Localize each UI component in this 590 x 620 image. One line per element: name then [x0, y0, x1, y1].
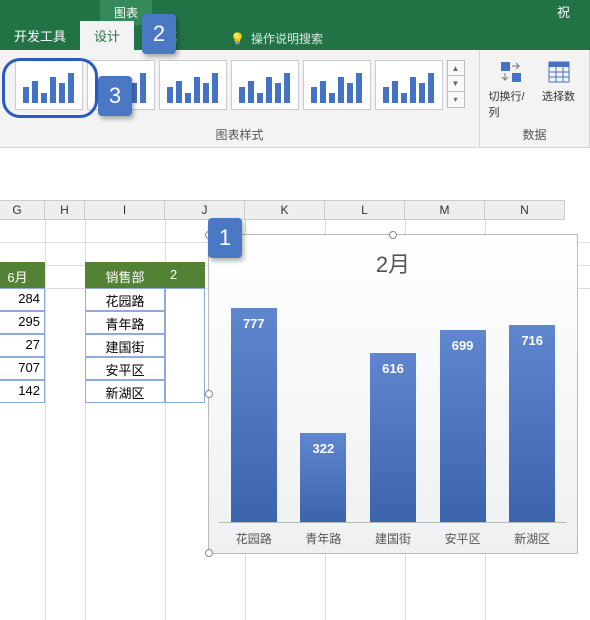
title-bar: 图表 祝 开发工具 设计 式 💡 操作说明搜索	[0, 0, 590, 50]
select-data-button[interactable]: 选择数	[537, 60, 581, 104]
col-header-J[interactable]: J	[165, 200, 245, 220]
chart-style-6[interactable]	[375, 60, 443, 110]
ribbon: ▲ ▼ ▾ 图表样式 切换行/列 选择数 数据	[0, 50, 590, 148]
callout-1: 1	[208, 218, 242, 258]
col-header-I[interactable]: I	[85, 200, 165, 220]
chart-style-4[interactable]	[231, 60, 299, 110]
col-header-L[interactable]: L	[325, 200, 405, 220]
switch-rowcol-icon	[499, 60, 523, 84]
style-gallery-more-icon[interactable]: ▾	[447, 92, 465, 108]
chart-category-axis: 花园路青年路建国街安平区新湖区	[219, 530, 567, 547]
cell-category[interactable]: 新湖区	[85, 380, 165, 403]
chart-style-expand[interactable]: ▲ ▼ ▾	[447, 60, 465, 108]
tab-developer[interactable]: 开发工具	[0, 21, 80, 50]
chart-bar[interactable]	[231, 308, 277, 522]
switch-row-col-label: 切换行/列	[489, 88, 533, 120]
switch-row-col-button[interactable]: 切换行/列	[489, 60, 533, 120]
cell-value[interactable]: 142	[0, 380, 45, 403]
callout-2: 2	[142, 14, 176, 54]
group-label-data: 数据	[522, 124, 546, 147]
tell-me-label: 操作说明搜索	[251, 30, 323, 47]
cell-value[interactable]: 284	[0, 288, 45, 311]
group-chart-styles: ▲ ▼ ▾ 图表样式	[0, 50, 480, 147]
cell-2m-range[interactable]	[165, 288, 205, 403]
chart-style-5[interactable]	[303, 60, 371, 110]
chart-category-label: 新湖区	[504, 530, 560, 547]
chart-title[interactable]: 2月	[209, 247, 577, 279]
cell-category[interactable]: 青年路	[85, 311, 165, 334]
col-header-M[interactable]: M	[405, 200, 485, 220]
resize-handle[interactable]	[389, 231, 397, 239]
chart-bar[interactable]	[509, 325, 555, 522]
select-data-icon	[547, 60, 571, 84]
resize-handle[interactable]	[205, 549, 213, 557]
chart-category-label: 青年路	[295, 530, 351, 547]
top-right-hint: 祝	[557, 2, 570, 21]
cell-value[interactable]: 707	[0, 357, 45, 380]
cell-category[interactable]: 建国街	[85, 334, 165, 357]
cell-value[interactable]: 295	[0, 311, 45, 334]
group-data: 切换行/列 选择数 数据	[480, 50, 590, 147]
embedded-chart[interactable]: 2月 花园路青年路建国街安平区新湖区	[208, 234, 578, 554]
chart-style-3[interactable]	[159, 60, 227, 110]
chart-bar[interactable]	[440, 330, 486, 522]
lightbulb-icon: 💡	[230, 32, 245, 46]
column-headers: G H I J K L M N	[0, 200, 590, 220]
cell-category[interactable]: 花园路	[85, 288, 165, 311]
col-header-N[interactable]: N	[485, 200, 565, 220]
tab-design[interactable]: 设计	[80, 21, 134, 50]
chart-category-label: 花园路	[226, 530, 282, 547]
select-data-label: 选择数	[542, 88, 575, 104]
callout-3: 3	[98, 76, 132, 116]
col-header-G[interactable]: G	[0, 200, 45, 220]
resize-handle[interactable]	[205, 390, 213, 398]
cell-category[interactable]: 安平区	[85, 357, 165, 380]
col-header-K[interactable]: K	[245, 200, 325, 220]
chart-plot-area[interactable]	[219, 295, 567, 523]
tell-me-search[interactable]: 💡 操作说明搜索	[230, 30, 323, 47]
cell-header-6m[interactable]: 6月	[0, 262, 45, 288]
style-row-up-icon[interactable]: ▲	[447, 60, 465, 76]
chart-category-label: 建国街	[365, 530, 421, 547]
style-row-down-icon[interactable]: ▼	[447, 76, 465, 92]
group-label-styles: 图表样式	[215, 124, 263, 147]
cell-header-dept[interactable]: 销售部	[85, 262, 165, 288]
chart-bar[interactable]	[370, 353, 416, 522]
cell-value[interactable]: 27	[0, 334, 45, 357]
col-header-H[interactable]: H	[45, 200, 85, 220]
chart-style-1[interactable]	[15, 60, 83, 110]
chart-category-label: 安平区	[435, 530, 491, 547]
chart-bar[interactable]	[300, 433, 346, 522]
worksheet[interactable]: G H I J K L M N 6月 284 295 27 707 142 销售…	[0, 200, 590, 555]
cell-header-2m[interactable]: 2	[165, 262, 205, 288]
